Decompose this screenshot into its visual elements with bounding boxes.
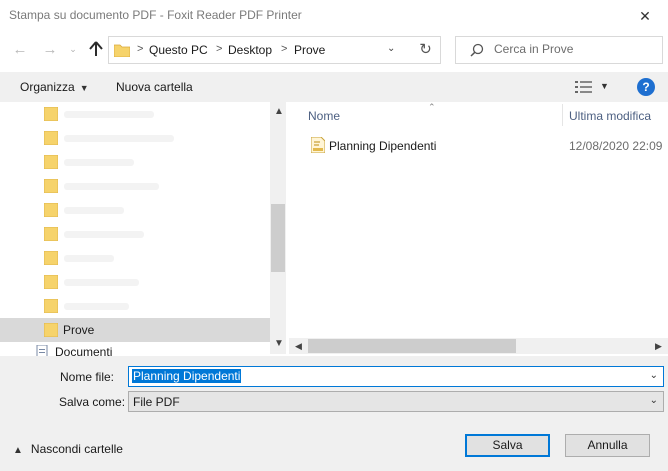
tree-item[interactable] [0, 270, 270, 294]
help-button[interactable]: ? [637, 78, 655, 96]
scroll-right-icon[interactable]: ▶ [655, 341, 662, 352]
recent-locations-chevron-icon[interactable]: ⌄ [63, 44, 83, 55]
savetype-select[interactable]: File PDF ⌄ [128, 391, 664, 412]
obscured-folder-name [64, 279, 139, 286]
scroll-down-icon[interactable]: ▼ [274, 338, 284, 349]
file-name: Planning Dipendenti [329, 139, 437, 153]
address-dropdown-icon[interactable]: ⌄ [387, 43, 395, 54]
folder-icon [44, 131, 58, 145]
chevron-down-icon[interactable]: ⌄ [650, 395, 658, 406]
tree-item-label: Prove [63, 323, 95, 337]
filename-value[interactable]: Planning Dipendenti [132, 369, 242, 383]
tree-item[interactable] [0, 102, 270, 126]
tree-item[interactable] [0, 126, 270, 150]
hide-folders-label: Nascondi cartelle [30, 442, 123, 456]
up-arrow-icon[interactable] [86, 39, 106, 59]
organize-button[interactable]: Organizza ▼ [20, 80, 89, 94]
title-bar: Stampa su documento PDF - Foxit Reader P… [0, 0, 668, 32]
tree-item[interactable] [0, 246, 270, 270]
command-toolbar: Organizza ▼ Nuova cartella ▼ ? [0, 72, 668, 102]
view-caret-icon[interactable]: ▼ [600, 81, 609, 91]
savetype-value: File PDF [133, 395, 180, 409]
folder-icon [44, 323, 58, 337]
documents-icon [36, 345, 48, 356]
folder-icon [44, 299, 58, 313]
obscured-folder-name [64, 135, 174, 142]
address-bar[interactable]: > Questo PC > Desktop > Prove ⌄ [108, 36, 441, 64]
search-icon [470, 43, 484, 57]
tree-scrollbar[interactable]: ▲ ▼ [270, 102, 286, 354]
file-list-scrollbar[interactable]: ◀ ▶ [289, 338, 668, 354]
cancel-button[interactable]: Annulla [565, 434, 650, 457]
refresh-icon[interactable]: ↻ [411, 36, 441, 64]
folder-icon [44, 179, 58, 193]
caret-down-icon: ▼ [79, 83, 89, 93]
obscured-folder-name [64, 207, 124, 214]
folder-icon [114, 44, 130, 57]
column-header-modified[interactable]: Ultima modifica [569, 109, 651, 123]
folder-icon [44, 203, 58, 217]
folder-icon [44, 251, 58, 265]
tree-item-label: Documenti [55, 345, 113, 356]
scroll-up-icon[interactable]: ▲ [274, 106, 284, 117]
chevron-up-icon: ▲ [13, 445, 23, 456]
file-row[interactable]: Planning Dipendenti 12/08/2020 22:09 [308, 136, 668, 156]
new-folder-button[interactable]: Nuova cartella [116, 80, 193, 94]
save-button[interactable]: Salva [465, 434, 550, 457]
tree-item-prove[interactable]: Prove [0, 318, 270, 342]
breadcrumb-separator: > [281, 43, 288, 55]
file-list: ⌃ Nome Ultima modifica Planning Dipenden… [289, 102, 668, 354]
folder-icon [44, 155, 58, 169]
breadcrumb-questo-pc[interactable]: Questo PC [149, 43, 208, 57]
tree-item[interactable] [0, 222, 270, 246]
obscured-folder-name [64, 159, 134, 166]
save-form: Nome file: Planning Dipendenti ⌄ Salva c… [0, 356, 668, 471]
hide-folders-toggle[interactable]: ▲ Nascondi cartelle [13, 442, 123, 456]
column-divider[interactable] [562, 104, 563, 126]
breadcrumb-separator: > [216, 43, 223, 55]
folder-icon [44, 227, 58, 241]
breadcrumb-desktop[interactable]: Desktop [228, 43, 272, 57]
obscured-folder-name [64, 255, 114, 262]
breadcrumb-separator: > [137, 43, 144, 55]
close-icon[interactable]: ✕ [630, 5, 660, 27]
navigation-tree: Prove Documenti [0, 102, 286, 356]
obscured-folder-name [64, 111, 154, 118]
savetype-label: Salva come: [59, 395, 126, 409]
back-arrow-icon[interactable]: ← [10, 41, 30, 58]
scroll-left-icon[interactable]: ◀ [295, 341, 302, 352]
scrollbar-thumb[interactable] [308, 339, 516, 353]
filename-field[interactable]: Planning Dipendenti ⌄ [128, 366, 664, 387]
view-options-icon[interactable] [575, 81, 593, 93]
window-title: Stampa su documento PDF - Foxit Reader P… [9, 8, 302, 22]
sort-ascending-icon: ⌃ [428, 102, 436, 112]
organize-label: Organizza [20, 80, 75, 94]
search-box[interactable] [455, 36, 663, 64]
tree-item[interactable] [0, 294, 270, 318]
file-modified: 12/08/2020 22:09 [569, 139, 663, 153]
breadcrumb-prove[interactable]: Prove [294, 43, 325, 57]
filename-label: Nome file: [60, 370, 115, 384]
forward-arrow-icon[interactable]: → [40, 41, 60, 58]
chevron-down-icon[interactable]: ⌄ [650, 370, 658, 381]
foxit-pdf-icon [311, 137, 325, 153]
folder-icon [44, 275, 58, 289]
tree-item[interactable] [0, 198, 270, 222]
obscured-folder-name [64, 303, 129, 310]
folder-icon [44, 107, 58, 121]
column-header-name[interactable]: Nome [308, 109, 340, 123]
search-input[interactable] [494, 42, 654, 56]
navigation-bar: ← → ⌄ > Questo PC > Desktop > Prove ⌄ [0, 32, 668, 68]
scrollbar-thumb[interactable] [271, 204, 285, 272]
obscured-folder-name [64, 231, 144, 238]
tree-item[interactable] [0, 150, 270, 174]
tree-item-documenti[interactable]: Documenti [0, 342, 270, 356]
tree-item[interactable] [0, 174, 270, 198]
obscured-folder-name [64, 183, 159, 190]
